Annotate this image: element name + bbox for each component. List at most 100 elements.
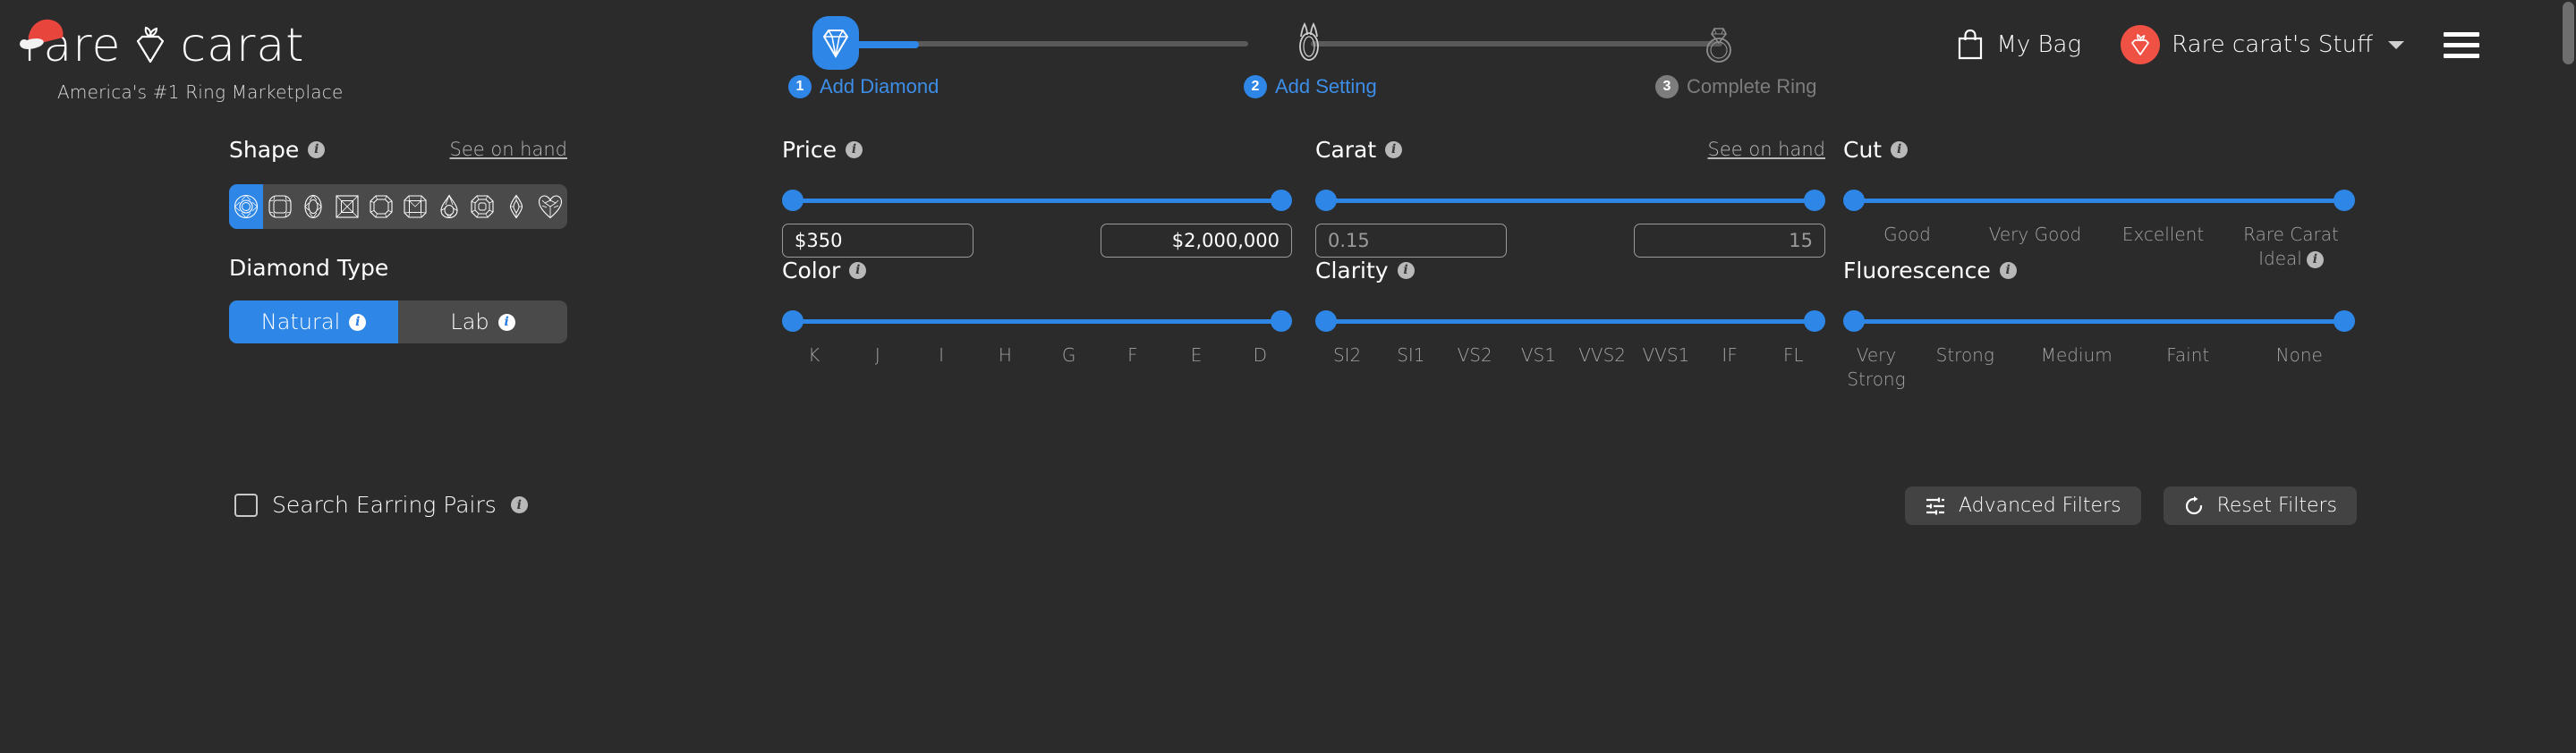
earring-pairs-info-icon[interactable]: i — [510, 496, 528, 513]
scrollbar-thumb[interactable] — [2563, 2, 2574, 64]
fluorescence-header: Fluorescence i — [1843, 255, 2355, 285]
pear-shape-icon — [440, 194, 458, 219]
filter-color: Color i K J I H G F E D — [782, 255, 1292, 368]
clarity-tick: SI2 — [1332, 344, 1362, 366]
stepper-line-1 — [863, 41, 1248, 47]
color-slider-max-handle[interactable] — [1271, 310, 1292, 332]
stepper-item-add-diamond[interactable]: 1 Add Diamond — [788, 75, 939, 98]
shape-option-cushion[interactable] — [263, 184, 297, 229]
price-slider-min-handle[interactable] — [782, 190, 803, 211]
color-slider-min-handle[interactable] — [782, 310, 803, 332]
shape-option-heart[interactable] — [533, 184, 567, 229]
color-title-group: Color i — [782, 258, 867, 283]
shape-option-emerald[interactable] — [364, 184, 398, 229]
clarity-slider-min-handle[interactable] — [1315, 310, 1337, 332]
stepper-item-complete-ring[interactable]: 3 Complete Ring — [1655, 75, 1817, 98]
setting-icon — [1299, 22, 1319, 61]
price-max-input[interactable] — [1101, 224, 1292, 258]
carat-slider-max-handle[interactable] — [1804, 190, 1825, 211]
clarity-slider-max-handle[interactable] — [1804, 310, 1825, 332]
shape-title-group: Shape i — [229, 137, 326, 163]
clarity-tick: FL — [1783, 344, 1804, 366]
carat-info-icon[interactable]: i — [1385, 140, 1403, 158]
diamond-type-lab-label: Lab — [450, 309, 489, 334]
color-info-icon[interactable]: i — [849, 261, 867, 279]
brand-logo[interactable]: rare carat America's #1 Ring Marketplace — [20, 16, 363, 103]
color-tick: F — [1127, 344, 1138, 366]
shape-option-asscher[interactable] — [466, 184, 500, 229]
lab-info-icon[interactable]: i — [497, 313, 515, 331]
fluorescence-title-group: Fluorescence i — [1843, 258, 2017, 283]
fluorescence-info-icon[interactable]: i — [1999, 261, 2017, 279]
price-slider-max-handle[interactable] — [1271, 190, 1292, 211]
fluorescence-slider-min-handle[interactable] — [1843, 310, 1865, 332]
cut-slider-min-handle[interactable] — [1843, 190, 1865, 211]
filter-cut: Cut i Good Very Good Excellent Rare Cara… — [1843, 134, 2355, 271]
shape-option-round[interactable] — [229, 184, 263, 229]
price-min-input[interactable] — [782, 224, 973, 258]
my-bag-button[interactable]: My Bag — [1957, 29, 2081, 61]
diamond-type-natural-button[interactable]: Natural i — [229, 300, 398, 343]
fluorescence-slider-max-handle[interactable] — [2334, 310, 2355, 332]
color-slider[interactable] — [782, 310, 1292, 332]
filter-fluorescence: Fluorescence i Very Strong Strong Medium… — [1843, 255, 2355, 392]
clarity-header: Clarity i — [1315, 255, 1825, 285]
reset-filters-button[interactable]: Reset Filters — [2163, 486, 2357, 525]
shape-option-oval[interactable] — [297, 184, 331, 229]
shape-option-princess[interactable] — [330, 184, 364, 229]
step-icon-add-setting[interactable] — [1284, 16, 1334, 70]
clarity-tick: VVS1 — [1642, 344, 1690, 366]
diamond-type-toggle: Natural i Lab i — [229, 300, 567, 343]
shape-option-pear[interactable] — [432, 184, 466, 229]
hamburger-line-1 — [2444, 31, 2479, 37]
natural-info-icon[interactable]: i — [349, 313, 367, 331]
step-icon-complete-ring[interactable] — [1694, 16, 1744, 70]
search-earring-pairs-checkbox[interactable] — [234, 493, 258, 517]
refresh-icon — [2185, 495, 2202, 514]
clarity-info-icon[interactable]: i — [1397, 261, 1415, 279]
carat-slider-min-handle[interactable] — [1315, 190, 1337, 211]
step-number-3: 3 — [1655, 75, 1679, 98]
diamond-icon — [822, 30, 849, 58]
shape-option-marquise[interactable] — [499, 184, 533, 229]
cut-slider[interactable] — [1843, 190, 2355, 211]
price-slider[interactable] — [782, 190, 1292, 211]
account-menu[interactable]: Rare carat's Stuff — [2121, 25, 2404, 64]
logo-row: rare carat — [20, 16, 363, 75]
clarity-title-group: Clarity i — [1315, 258, 1415, 283]
shape-header: Shape i See on hand — [229, 134, 567, 165]
stepper-item-add-setting[interactable]: 2 Add Setting — [1244, 75, 1377, 98]
chevron-down-icon — [2388, 40, 2404, 49]
price-title: Price — [782, 136, 837, 163]
advanced-filters-button[interactable]: Advanced Filters — [1904, 486, 2141, 525]
carat-see-on-hand-link[interactable]: See on hand — [1708, 139, 1826, 160]
page-scrollbar[interactable] — [2561, 0, 2576, 753]
color-header: Color i — [782, 255, 1292, 285]
header-actions: My Bag Rare carat's Stuff — [1957, 20, 2479, 70]
filter-carat: Carat i See on hand — [1315, 134, 1825, 258]
ring-icon — [1706, 28, 1731, 63]
hamburger-menu-icon[interactable] — [2444, 31, 2479, 58]
step-icon-add-diamond[interactable] — [812, 16, 859, 70]
shape-see-on-hand-link[interactable]: See on hand — [450, 139, 568, 160]
price-info-icon[interactable]: i — [846, 140, 863, 158]
fluorescence-slider[interactable] — [1843, 310, 2355, 332]
hamburger-line-3 — [2444, 53, 2479, 58]
cut-info-icon[interactable]: i — [1891, 140, 1909, 158]
brand-tagline: America's #1 Ring Marketplace — [57, 81, 344, 103]
carat-max-input[interactable] — [1634, 224, 1825, 258]
shape-info-icon[interactable]: i — [308, 140, 326, 158]
search-earring-pairs-row[interactable]: Search Earring Pairs i — [234, 492, 528, 518]
shape-option-strip — [229, 184, 567, 229]
diamond-type-lab-button[interactable]: Lab i — [398, 300, 567, 343]
color-slider-rail — [791, 319, 1283, 324]
clarity-slider[interactable] — [1315, 310, 1825, 332]
santa-hat-icon — [20, 19, 64, 49]
carat-header: Carat i See on hand — [1315, 134, 1825, 165]
carat-slider[interactable] — [1315, 190, 1825, 211]
cut-slider-max-handle[interactable] — [2334, 190, 2355, 211]
shape-option-radiant[interactable] — [398, 184, 432, 229]
price-slider-rail — [791, 199, 1283, 203]
carat-min-input[interactable] — [1315, 224, 1507, 258]
avatar — [2121, 25, 2161, 64]
